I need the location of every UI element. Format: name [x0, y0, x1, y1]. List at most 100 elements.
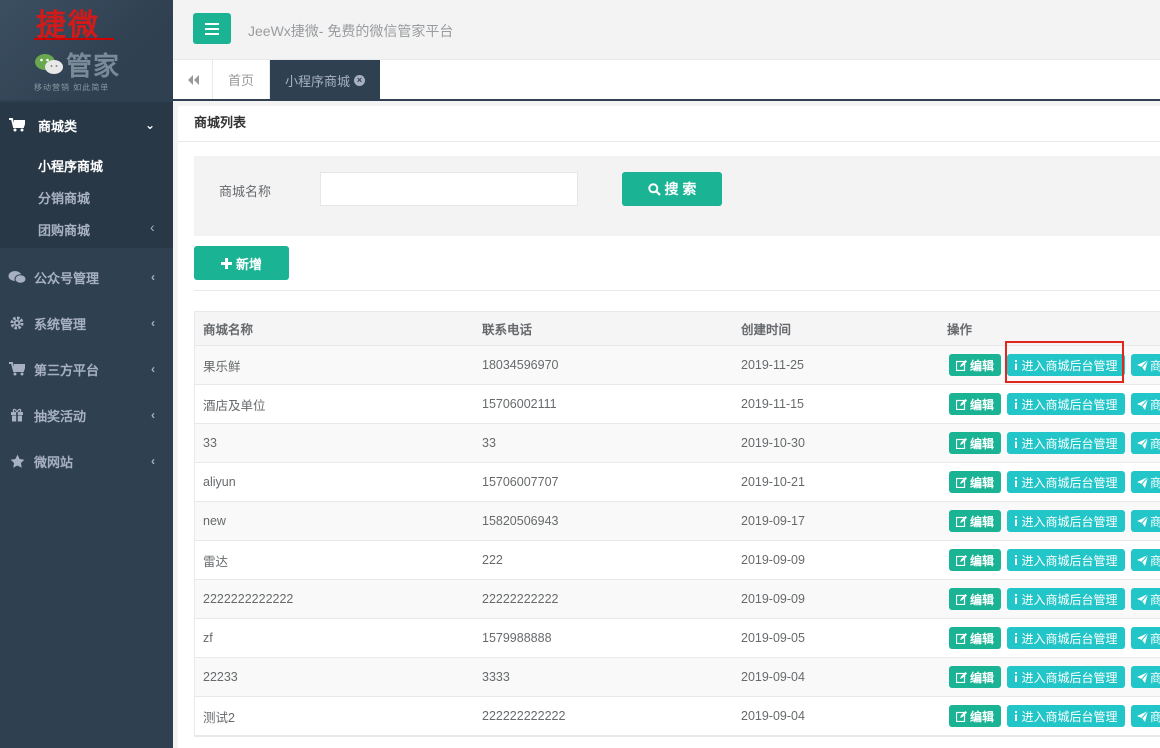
search-form: 商城名称 搜 索: [194, 156, 1160, 236]
enter-mall-admin-button[interactable]: 进入商城后台管理: [1007, 666, 1125, 688]
edit-button[interactable]: 编辑: [949, 393, 1001, 415]
sidebar-item-microsite[interactable]: 微网站 ‹: [0, 438, 173, 484]
table-row: 测试2 222222222222 2019-09-04 编辑 进入商城后台管理 …: [195, 697, 1160, 736]
enter-mall-admin-label: 进入商城后台管理: [1021, 553, 1118, 568]
mall-name-search-input[interactable]: [320, 172, 578, 206]
double-chevron-left-icon: [187, 74, 199, 85]
edit-button[interactable]: 编辑: [949, 549, 1001, 571]
search-label: 商城名称: [219, 184, 272, 199]
sidebar-item-mall[interactable]: 商城类 ⌄: [0, 102, 173, 148]
cell-created: 2019-09-04: [741, 670, 805, 684]
column-header-actions: 操作: [947, 323, 973, 337]
tab-miniprogram-mall[interactable]: 小程序商城 ×: [270, 60, 380, 101]
search-button[interactable]: 搜 索: [622, 172, 722, 206]
cell-name: aliyun: [203, 475, 236, 489]
cell-created: 2019-10-30: [741, 436, 805, 450]
edit-button[interactable]: 编辑: [949, 666, 1001, 688]
sidebar-subitem-groupbuy-mall[interactable]: 团购商城: [38, 220, 90, 239]
edit-button[interactable]: 编辑: [949, 588, 1001, 610]
enter-mall-admin-button[interactable]: 进入商城后台管理: [1007, 705, 1125, 727]
enter-mall-admin-button[interactable]: 进入商城后台管理: [1007, 471, 1125, 493]
table-body: 果乐鲜 18034596970 2019-11-25 编辑 进入商城后台管理 商…: [195, 346, 1160, 736]
sidebar-item-lottery[interactable]: 抽奖活动 ‹: [0, 392, 173, 438]
info-icon: [1015, 672, 1018, 682]
mall-link-button[interactable]: 商: [1131, 588, 1160, 610]
mall-link-label: 商: [1150, 397, 1160, 412]
edit-icon: [955, 437, 967, 449]
edit-button[interactable]: 编辑: [949, 354, 1001, 376]
enter-mall-admin-button[interactable]: 进入商城后台管理: [1007, 393, 1125, 415]
mall-link-button[interactable]: 商: [1131, 354, 1160, 376]
edit-button[interactable]: 编辑: [949, 705, 1001, 727]
logo-tagline: 移动营销 如此简单: [34, 83, 110, 92]
sidebar-toggle-button[interactable]: [193, 13, 231, 44]
chevron-left-icon: ‹: [151, 454, 155, 468]
edit-icon: [955, 554, 967, 566]
sidebar-subitem-miniprogram-mall[interactable]: 小程序商城: [38, 156, 103, 175]
add-button[interactable]: 新增: [194, 246, 289, 280]
tab-scroll-left-button[interactable]: [173, 60, 213, 99]
edit-button-label: 编辑: [969, 592, 994, 607]
cell-created: 2019-11-15: [741, 397, 805, 411]
mall-link-label: 商: [1150, 631, 1160, 646]
sidebar-subitem-distribution-mall[interactable]: 分销商城: [38, 188, 90, 207]
edit-button-label: 编辑: [969, 670, 994, 685]
column-header-phone: 联系电话: [482, 323, 533, 337]
sidebar-item-third-party[interactable]: 第三方平台 ‹: [0, 346, 173, 392]
mall-link-button[interactable]: 商: [1131, 510, 1160, 532]
edit-button[interactable]: 编辑: [949, 627, 1001, 649]
tab-home[interactable]: 首页: [213, 60, 270, 99]
cell-name: 33: [203, 436, 217, 450]
edit-button[interactable]: 编辑: [949, 432, 1001, 454]
cell-name: 22233: [203, 670, 238, 684]
chevron-down-icon: ⌄: [144, 118, 155, 132]
mall-link-label: 商: [1150, 553, 1160, 568]
logo: 捷微 管家 移动营销 如此简单: [0, 0, 173, 100]
enter-mall-admin-button[interactable]: 进入商城后台管理: [1007, 549, 1125, 571]
mall-link-label: 商: [1150, 436, 1160, 451]
edit-button[interactable]: 编辑: [949, 510, 1001, 532]
enter-mall-admin-label: 进入商城后台管理: [1021, 709, 1118, 724]
sidebar-item-wechat-accounts[interactable]: 公众号管理 ‹: [0, 254, 173, 300]
enter-mall-admin-button[interactable]: 进入商城后台管理: [1007, 627, 1125, 649]
mall-link-button[interactable]: 商: [1131, 549, 1160, 571]
wechat-icon: [8, 268, 26, 286]
mall-link-button[interactable]: 商: [1131, 393, 1160, 415]
info-icon: [1015, 555, 1018, 565]
close-tab-icon[interactable]: ×: [354, 75, 365, 86]
edit-button-label: 编辑: [969, 631, 994, 646]
edit-icon: [955, 398, 967, 410]
sidebar: 捷微 管家 移动营销 如此简单 商城类 ⌄ 小程序商城 分销商城 团购商城 ‹ …: [0, 0, 173, 748]
tab-bar: 首页 小程序商城 ×: [173, 60, 1160, 101]
mall-link-button[interactable]: 商: [1131, 432, 1160, 454]
table-row: 雷达 222 2019-09-09 编辑 进入商城后台管理 商: [195, 541, 1160, 580]
mall-link-button[interactable]: 商: [1131, 471, 1160, 493]
cell-phone: 222222222222: [482, 709, 566, 723]
sidebar-item-system[interactable]: 系统管理 ‹: [0, 300, 173, 346]
enter-mall-admin-label: 进入商城后台管理: [1021, 475, 1118, 490]
enter-mall-admin-button[interactable]: 进入商城后台管理: [1007, 510, 1125, 532]
enter-mall-admin-label: 进入商城后台管理: [1021, 436, 1118, 451]
mall-link-button[interactable]: 商: [1131, 627, 1160, 649]
cell-created: 2019-10-21: [741, 475, 805, 489]
mall-link-button[interactable]: 商: [1131, 666, 1160, 688]
info-icon: [1015, 633, 1018, 643]
table-row: 2222222222222 22222222222 2019-09-09 编辑 …: [195, 580, 1160, 619]
enter-mall-admin-button[interactable]: 进入商城后台管理: [1007, 588, 1125, 610]
chevron-left-icon: ‹: [151, 270, 155, 284]
info-icon: [1015, 516, 1018, 526]
edit-icon: [955, 632, 967, 644]
mall-link-button[interactable]: 商: [1131, 705, 1160, 727]
search-button-label: 搜 索: [664, 181, 697, 197]
enter-mall-admin-label: 进入商城后台管理: [1021, 514, 1118, 529]
enter-mall-admin-label: 进入商城后台管理: [1021, 397, 1118, 412]
table-row: 酒店及单位 15706002111 2019-11-15 编辑 进入商城后台管理…: [195, 385, 1160, 424]
edit-button-label: 编辑: [969, 475, 994, 490]
cell-name: 2222222222222: [203, 592, 294, 606]
enter-mall-admin-button[interactable]: 进入商城后台管理: [1007, 432, 1125, 454]
edit-button[interactable]: 编辑: [949, 471, 1001, 493]
info-icon: [1015, 399, 1018, 409]
cell-name: 酒店及单位: [203, 398, 266, 413]
cell-phone: 18034596970: [482, 358, 559, 372]
cell-created: 2019-09-04: [741, 709, 805, 723]
